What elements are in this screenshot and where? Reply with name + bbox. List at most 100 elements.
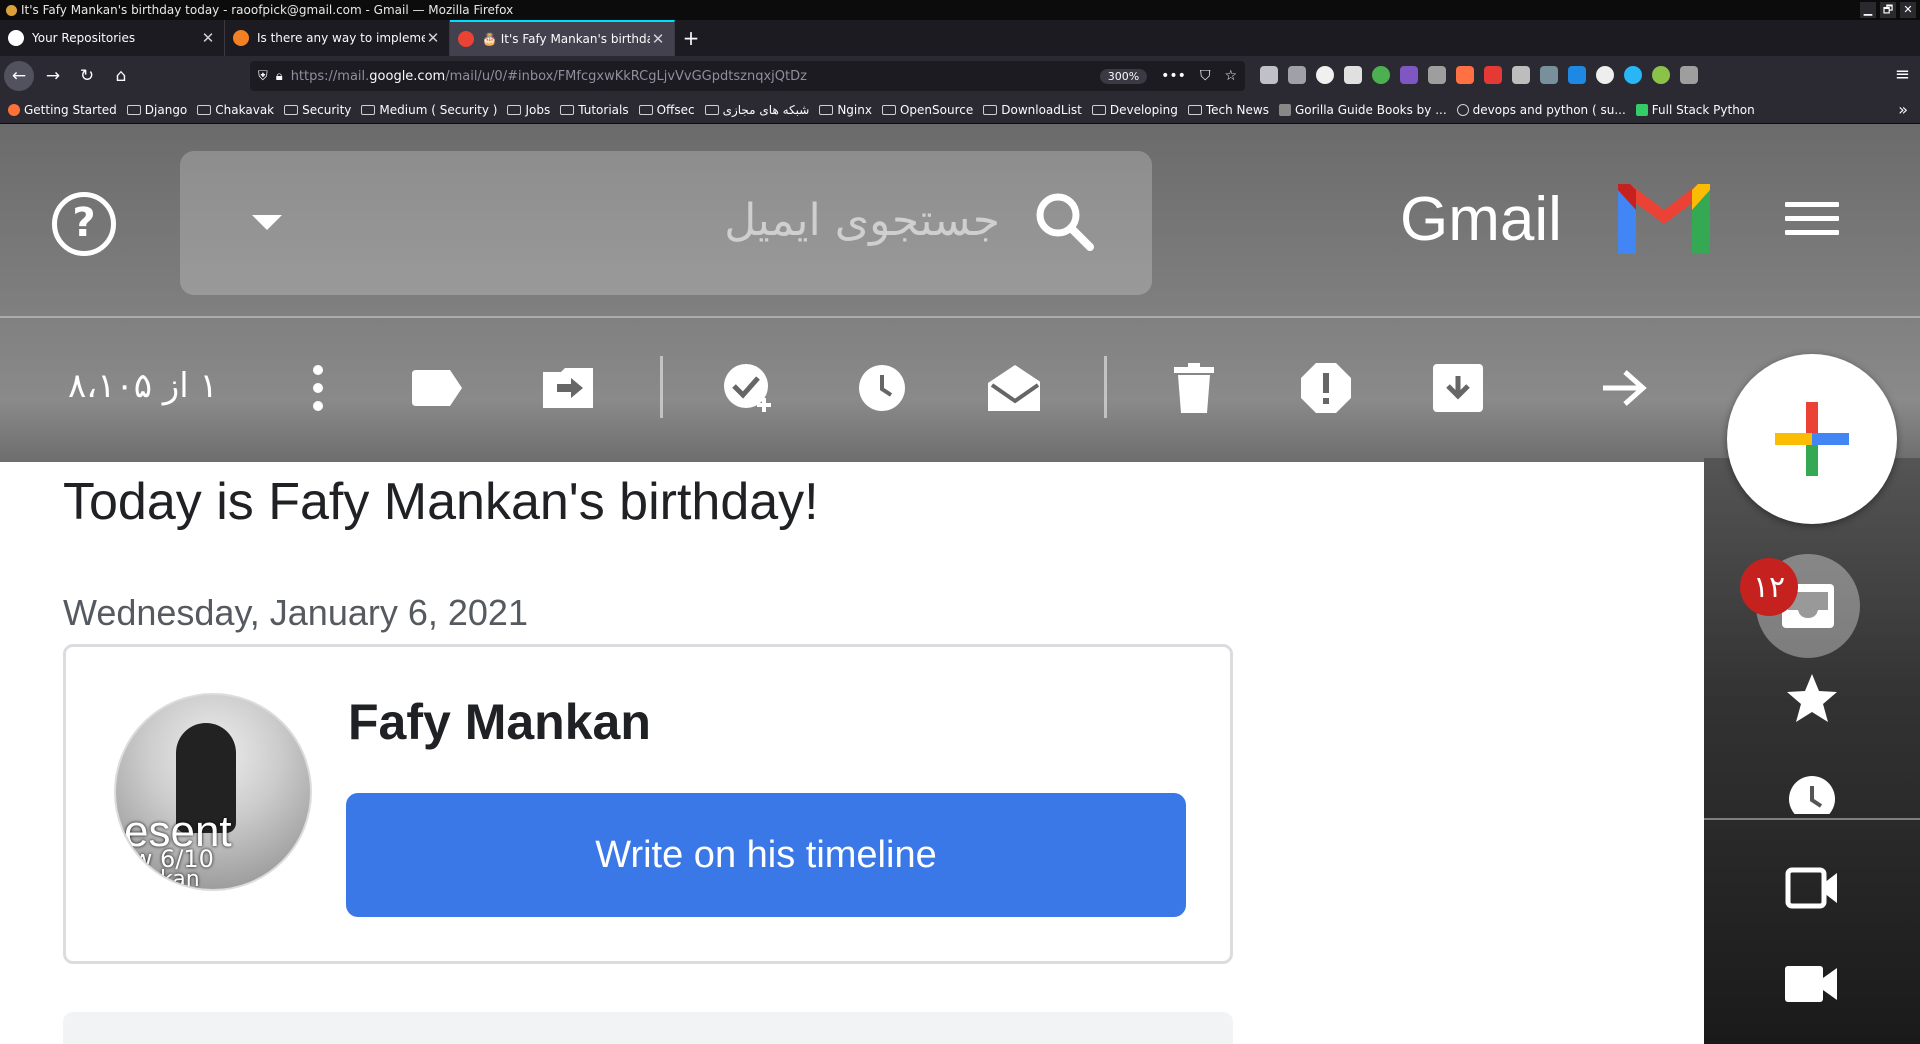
tab-gmail[interactable]: 🎂 It's Fafy Mankan's birthday ✕: [450, 20, 675, 56]
search-options-dropdown-icon[interactable]: [252, 215, 282, 230]
react-devtools-icon[interactable]: [1596, 66, 1614, 84]
gmail-logo-icon[interactable]: [1612, 180, 1716, 260]
folder-icon: [1187, 104, 1202, 115]
bookmark-label: شبکه های مجازی: [722, 102, 810, 117]
blue-extension-icon[interactable]: [1624, 66, 1642, 84]
url-path: /mail/u/0/#inbox/FMfcgxwKkRCgLjvVvGGpdts…: [445, 68, 807, 84]
help-icon[interactable]: ?: [52, 192, 116, 256]
birthday-card: esent ew 6/10 nkan Fafy Mankan Write on …: [63, 644, 1233, 964]
archive-icon[interactable]: [1432, 362, 1484, 414]
video-outline-icon: [1785, 867, 1837, 909]
bookmark-jobs[interactable]: Jobs: [507, 103, 550, 117]
sidebar-icon[interactable]: [1288, 66, 1306, 84]
bookmark-getting-started[interactable]: Getting Started: [8, 103, 117, 117]
search-bar[interactable]: جستجوی ایمیل: [180, 151, 1152, 295]
meet-join-button[interactable]: [1782, 954, 1842, 1014]
bookmark-developing[interactable]: Developing: [1091, 103, 1178, 117]
bookmark-devops-python[interactable]: devops and python ( su...: [1456, 103, 1626, 117]
extension-icon[interactable]: [1344, 66, 1362, 84]
folder-icon: [126, 104, 141, 115]
close-tab-icon[interactable]: ✕: [200, 29, 216, 47]
bookmark-tutorials[interactable]: Tutorials: [560, 103, 629, 117]
app-menu-button[interactable]: ≡: [1895, 64, 1910, 85]
message-toolbar: ۱ از ۸،۱۰۵: [0, 318, 1920, 458]
close-button[interactable]: ✕: [1900, 2, 1916, 18]
pocket-icon[interactable]: ⛉: [1200, 68, 1211, 84]
purple-extension-icon[interactable]: [1400, 66, 1418, 84]
delete-icon[interactable]: [1168, 362, 1220, 414]
bookmark-medium-security[interactable]: Medium ( Security ): [361, 103, 497, 117]
ublock-icon[interactable]: [1316, 66, 1334, 84]
red-extension-icon[interactable]: [1484, 66, 1502, 84]
bookmark-label: OpenSource: [899, 102, 974, 117]
bookmarks-overflow-icon[interactable]: »: [1898, 100, 1908, 119]
bookmark-full-stack-python[interactable]: Full Stack Python: [1635, 103, 1755, 117]
report-spam-icon[interactable]: [1300, 362, 1352, 414]
snooze-icon[interactable]: [856, 362, 908, 414]
bookmark-django[interactable]: Django: [126, 103, 187, 117]
write-on-timeline-button[interactable]: Write on his timeline: [346, 793, 1186, 917]
bookmark-label: Getting Started: [24, 102, 117, 117]
mark-unread-icon[interactable]: [988, 362, 1040, 414]
snoozed-nav-button[interactable]: [1782, 764, 1842, 824]
lock-icon[interactable]: 🔒︎: [276, 69, 283, 84]
label-icon[interactable]: [410, 362, 462, 414]
window-titlebar: It's Fafy Mankan's birthday today - raoo…: [0, 0, 1920, 20]
bookmark-chakavak[interactable]: Chakavak: [197, 103, 274, 117]
move-to-folder-icon[interactable]: [542, 362, 594, 414]
new-tab-button[interactable]: +: [675, 20, 707, 56]
reload-button[interactable]: ↻: [72, 61, 102, 91]
search-icon[interactable]: [1032, 189, 1098, 255]
bookmark-social-networks[interactable]: شبکه های مجازی: [704, 102, 810, 117]
starred-nav-button[interactable]: [1782, 668, 1842, 728]
bookmark-downloadlist[interactable]: DownloadList: [983, 103, 1082, 117]
bookmarks-toolbar: Getting Started Django Chakavak Security…: [0, 96, 1920, 124]
tab-your-repositories[interactable]: Your Repositories ✕: [0, 20, 225, 56]
vue-devtools-icon[interactable]: [1428, 66, 1446, 84]
page-actions-icon[interactable]: •••: [1161, 68, 1186, 84]
bookmark-gorilla-guide[interactable]: Gorilla Guide Books by ...: [1278, 102, 1447, 117]
library-icon[interactable]: [1260, 66, 1278, 84]
firefox-icon: [6, 4, 17, 16]
green-extension-icon[interactable]: [1652, 66, 1670, 84]
bookmark-tech-news[interactable]: Tech News: [1187, 103, 1269, 117]
add-to-tasks-icon[interactable]: [722, 362, 774, 414]
bars-extension-icon[interactable]: [1512, 66, 1530, 84]
video-camera-icon: [1785, 966, 1837, 1002]
bookmark-security[interactable]: Security: [284, 103, 351, 117]
compose-button[interactable]: [1727, 354, 1897, 524]
restore-button[interactable]: 🗗: [1880, 2, 1896, 18]
counter-extension-icon[interactable]: [1540, 66, 1558, 84]
window-title: It's Fafy Mankan's birthday today - raoo…: [21, 3, 514, 17]
url-bar[interactable]: ⛨ 🔒︎ https://mail. google.com /mail/u/0/…: [250, 61, 1245, 91]
bookmark-star-icon[interactable]: ☆: [1224, 68, 1237, 84]
close-tab-icon[interactable]: ✕: [650, 30, 666, 48]
folder-icon: [361, 104, 376, 115]
meet-new-meeting-button[interactable]: [1782, 858, 1842, 918]
zoom-indicator[interactable]: 300%: [1099, 68, 1148, 84]
bookmark-opensource[interactable]: OpenSource: [881, 102, 974, 117]
folder-icon: [197, 104, 212, 115]
gmail-wordmark[interactable]: Gmail: [1400, 184, 1562, 255]
bookmark-offsec[interactable]: Offsec: [638, 103, 695, 117]
back-button[interactable]: ←: [4, 61, 34, 91]
home-button[interactable]: ⌂: [106, 61, 136, 91]
bookmark-label: Gorilla Guide Books by ...: [1294, 102, 1447, 117]
main-menu-icon[interactable]: [1785, 202, 1839, 244]
search-input[interactable]: جستجوی ایمیل: [680, 195, 1000, 246]
close-tab-icon[interactable]: ✕: [425, 29, 441, 47]
grammar-icon[interactable]: [1372, 66, 1390, 84]
fox-extension-icon[interactable]: [1456, 66, 1474, 84]
bookmark-nginx[interactable]: Nginx: [819, 103, 872, 117]
contact-name[interactable]: Fafy Mankan: [348, 693, 651, 751]
shield-icon[interactable]: ⛨: [258, 69, 268, 84]
back-to-inbox-arrow-icon[interactable]: [1598, 362, 1650, 414]
forward-button[interactable]: →: [38, 61, 68, 91]
minimize-button[interactable]: ▁: [1860, 2, 1876, 18]
email-date: Wednesday, January 6, 2021: [63, 592, 528, 633]
more-options-icon[interactable]: [292, 362, 344, 414]
tab-stackoverflow[interactable]: Is there any way to implemen ✕: [225, 20, 450, 56]
avatar[interactable]: esent ew 6/10 nkan: [114, 693, 312, 891]
s-extension-icon[interactable]: [1568, 66, 1586, 84]
screen-extension-icon[interactable]: [1680, 66, 1698, 84]
